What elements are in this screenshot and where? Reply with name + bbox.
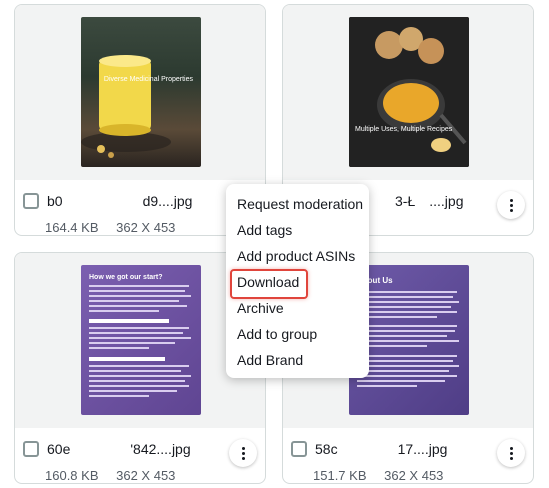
more-actions-button[interactable]	[497, 439, 525, 467]
more-actions-button[interactable]	[497, 191, 525, 219]
file-name-start: 60e	[47, 441, 71, 457]
thumbnail-area: Multiple Uses, Multiple Recipes	[283, 5, 533, 180]
file-meta: 164.4 KB 362 X 453	[45, 220, 189, 235]
file-dimensions: 362 X 453	[384, 468, 444, 483]
menu-item-add-to-group[interactable]: Add to group	[226, 322, 369, 348]
file-dimensions: 362 X 453	[116, 468, 176, 483]
golden-milk-image: Diverse Medicinal Properties	[81, 55, 194, 158]
thumbnail-caption: Multiple Uses, Multiple Recipes	[355, 126, 453, 133]
select-checkbox[interactable]	[291, 441, 307, 457]
asset-thumbnail[interactable]: Diverse Medicinal Properties	[81, 17, 201, 167]
asset-thumbnail[interactable]: How we got our start?	[81, 265, 201, 415]
menu-item-archive[interactable]: Archive	[226, 296, 369, 322]
more-actions-button[interactable]	[229, 439, 257, 467]
file-name-start: 3-Ł	[395, 193, 416, 209]
food-recipes-image: Multiple Uses, Multiple Recipes	[349, 17, 469, 167]
file-name-end: 17....jpg	[397, 441, 448, 457]
file-name-end: d9....jpg	[142, 193, 193, 209]
file-meta: 151.7 KB 362 X 453	[313, 468, 457, 483]
file-size: 151.7 KB	[313, 468, 367, 483]
file-size: 160.8 KB	[45, 468, 99, 483]
file-meta: 160.8 KB 362 X 453	[45, 468, 189, 483]
menu-item-add-brand[interactable]: Add Brand	[226, 348, 369, 374]
thumbnail-caption: Diverse Medicinal Properties	[104, 76, 194, 83]
menu-item-add-product-asins[interactable]: Add product ASINs	[226, 244, 369, 270]
file-size: 164.4 KB	[45, 220, 99, 235]
file-name-end: ....jpg	[429, 193, 464, 209]
text-document-image: How we got our start?	[89, 274, 191, 397]
asset-grid: Diverse Medicinal Properties b0 d9....jp…	[0, 0, 549, 488]
asset-thumbnail[interactable]: Multiple Uses, Multiple Recipes	[349, 17, 469, 167]
file-name-start: 58c	[315, 441, 338, 457]
menu-item-add-tags[interactable]: Add tags	[226, 218, 369, 244]
select-checkbox[interactable]	[23, 441, 39, 457]
file-name-start: b0	[47, 193, 63, 209]
thumbnail-caption: How we got our start?	[89, 274, 163, 281]
menu-item-request-moderation[interactable]: Request moderation	[226, 192, 369, 218]
file-name-end: '842....jpg	[130, 441, 191, 457]
asset-actions-menu: Request moderation Add tags Add product …	[226, 184, 369, 378]
select-checkbox[interactable]	[23, 193, 39, 209]
menu-item-download[interactable]: Download	[226, 269, 369, 299]
thumbnail-area: Diverse Medicinal Properties	[15, 5, 265, 180]
file-dimensions: 362 X 453	[116, 220, 176, 235]
